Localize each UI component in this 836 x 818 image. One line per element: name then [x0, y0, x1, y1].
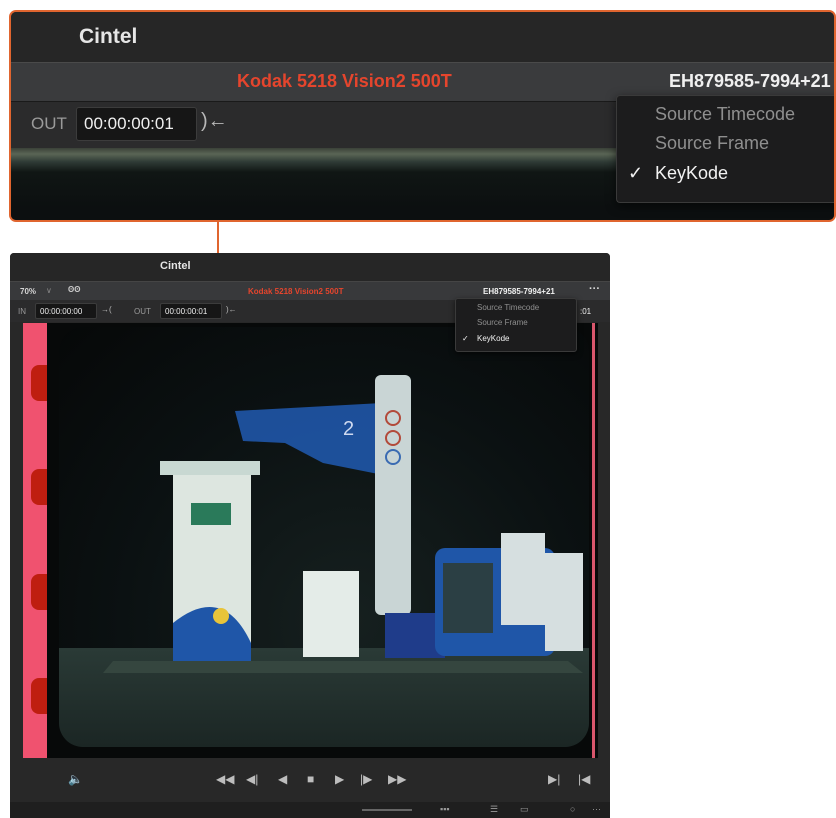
- zoom-level[interactable]: 70%: [20, 287, 36, 296]
- volume-icon[interactable]: 🔈: [68, 772, 83, 786]
- previous-clip-icon[interactable]: |◀: [578, 772, 590, 786]
- menu-item-source-timecode[interactable]: Source Timecode: [617, 104, 834, 133]
- more-options-icon[interactable]: ···: [592, 804, 601, 814]
- stop-icon[interactable]: ■: [307, 772, 314, 786]
- more-options-icon[interactable]: ···: [589, 283, 600, 295]
- menu-item-source-timecode[interactable]: Source Timecode: [456, 303, 576, 318]
- menu-item-source-frame[interactable]: Source Frame: [617, 133, 834, 162]
- menu-item-keykode[interactable]: ✓ KeyKode: [456, 334, 576, 349]
- zoomed-callout: Cintel Kodak 5218 Vision2 500T EH879585-…: [9, 10, 836, 222]
- list-view-icon[interactable]: ☰: [490, 804, 498, 815]
- cintel-viewer: Cintel 70% ∨ ʘʘ Kodak 5218 Vision2 500T …: [10, 253, 610, 818]
- viewer-bottom-toolbar: ▪▪▪ ☰ ▭ ○ ···: [10, 802, 610, 818]
- film-stock-label: Kodak 5218 Vision2 500T: [248, 287, 344, 296]
- play-reverse-icon[interactable]: ◀: [278, 772, 287, 786]
- film-edge-line: [592, 323, 595, 758]
- search-icon[interactable]: ○: [570, 804, 575, 814]
- viewer-video-frame[interactable]: 2: [23, 323, 598, 758]
- callout-title: Cintel: [79, 25, 138, 48]
- callout-out-label: OUT: [31, 114, 67, 133]
- transport-controls: 🔈 ◀◀ ◀| ◀ ■ ▶ |▶ ▶▶ ▶| |◀: [10, 758, 610, 802]
- first-frame-icon[interactable]: ◀◀: [216, 772, 234, 786]
- play-icon[interactable]: ▶: [335, 772, 344, 786]
- menu-item-label: Source Timecode: [477, 303, 540, 312]
- previous-frame-icon[interactable]: ◀|: [246, 772, 258, 786]
- svg-text:2: 2: [343, 418, 354, 440]
- fast-forward-icon[interactable]: ▶▶: [388, 772, 406, 786]
- loop-icon[interactable]: ʘʘ: [68, 285, 80, 294]
- next-frame-icon[interactable]: |▶: [360, 772, 372, 786]
- in-label: IN: [18, 307, 26, 316]
- viewer-title-bar: Cintel: [10, 253, 610, 281]
- checkmark-icon: ✓: [628, 163, 644, 183]
- out-label: OUT: [134, 307, 151, 316]
- menu-item-label: Source Frame: [655, 133, 770, 153]
- callout-out-mark-icon[interactable]: )←: [201, 110, 228, 133]
- menu-item-label: Source Frame: [477, 318, 528, 327]
- menu-item-keykode[interactable]: ✓ KeyKode: [617, 163, 834, 192]
- next-clip-icon[interactable]: ▶|: [548, 772, 560, 786]
- checkmark-icon: ✓: [462, 334, 469, 343]
- menu-item-source-frame[interactable]: Source Frame: [456, 318, 576, 333]
- menu-item-label: KeyKode: [655, 163, 729, 183]
- menu-item-label: KeyKode: [477, 334, 510, 343]
- grid-view-icon[interactable]: ▪▪▪: [440, 804, 450, 814]
- in-timecode-field[interactable]: 00:00:00:00: [35, 303, 97, 319]
- out-timecode-field[interactable]: 00:00:00:01: [160, 303, 222, 319]
- viewer-title: Cintel: [160, 260, 191, 272]
- display-options-icon[interactable]: ▭: [520, 804, 529, 815]
- callout-out-timecode-field[interactable]: 00:00:00:01: [76, 107, 197, 141]
- menu-item-label: Source Timecode: [655, 104, 796, 124]
- chevron-down-icon[interactable]: ∨: [46, 286, 52, 295]
- keykode-value: EH879585-7994+21: [483, 287, 555, 296]
- callout-keykode-value: EH879585-7994+21: [669, 71, 831, 91]
- timecode-display: :01: [580, 307, 592, 316]
- source-display-menu: Source Timecode Source Frame ✓ KeyKode: [455, 298, 577, 352]
- gas-station-image: 2: [103, 375, 583, 673]
- callout-title-bar: Cintel: [11, 12, 834, 62]
- out-mark-icon[interactable]: )←: [226, 305, 237, 314]
- callout-film-stock: Kodak 5218 Vision2 500T: [237, 71, 452, 91]
- scrub-slider[interactable]: [362, 809, 412, 811]
- callout-source-menu: Source Timecode Source Frame ✓ KeyKode: [616, 95, 834, 203]
- in-mark-icon[interactable]: →(: [101, 305, 112, 314]
